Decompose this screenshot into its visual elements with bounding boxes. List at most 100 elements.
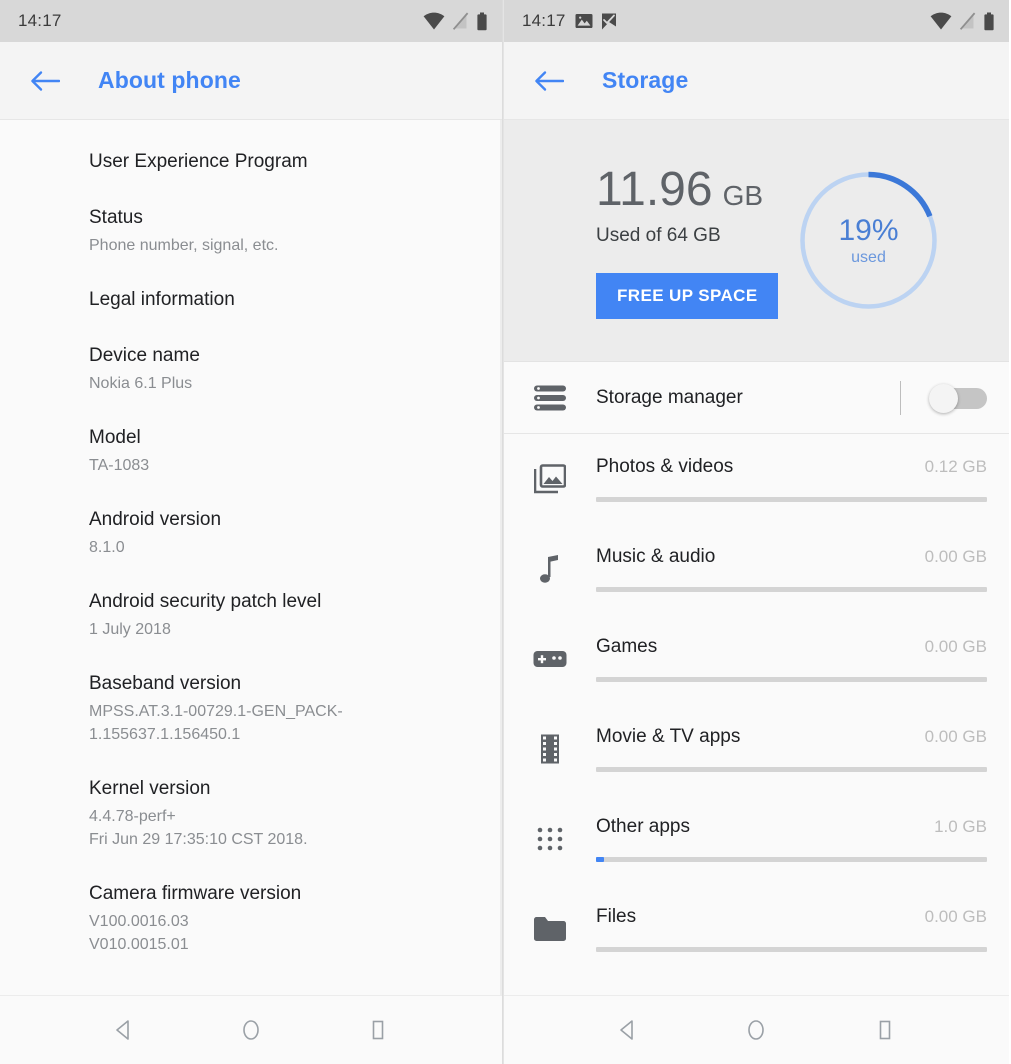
about-item-subtitle: Nokia 6.1 Plus (89, 375, 193, 392)
category-bar (596, 677, 987, 682)
arrow-back-icon (534, 69, 564, 93)
dual-phone-screenshot: 14:17 About phone User Experience Progra… (0, 0, 1011, 1064)
movie-tv-icon (504, 704, 596, 794)
system-icon (504, 974, 596, 995)
back-button-storage[interactable] (526, 58, 572, 104)
category-bar (596, 767, 987, 772)
category-name: Games (596, 636, 658, 657)
category-name: Photos & videos (596, 456, 734, 477)
category-size: 0.00 GB (924, 547, 987, 566)
about-item-baseband-version[interactable]: Baseband version MPSS.AT.3.1-00729.1-GEN… (0, 656, 502, 761)
storage-manager-label: Storage manager (596, 386, 743, 408)
games-icon (504, 614, 596, 704)
storage-used-value: 11.96 (596, 162, 713, 216)
about-item-subtitle: TA-1083 (89, 457, 150, 474)
category-body: Movie & TV apps 0.00 GB (596, 704, 987, 772)
category-name: Music & audio (596, 546, 716, 567)
storage-category-system[interactable]: System 11 GB (504, 974, 1009, 995)
category-body: System 11 GB (596, 974, 987, 995)
status-bar-left: 14:17 (0, 0, 502, 42)
category-body: Files 0.00 GB (596, 884, 987, 952)
battery-icon (476, 12, 488, 31)
nav-back-button[interactable] (96, 1002, 152, 1058)
storage-category-files[interactable]: Files 0.00 GB (504, 884, 1009, 974)
about-item-subtitle: 4.4.78-perf+ Fri Jun 29 17:35:10 CST 201… (89, 808, 308, 848)
about-item-title: User Experience Program (89, 151, 308, 172)
storage-manager-toggle[interactable] (929, 383, 987, 413)
storage-used-unit: GB (722, 179, 764, 211)
nav-home-button[interactable] (728, 1002, 784, 1058)
about-item-title: Android version (89, 509, 222, 530)
about-item-model[interactable]: Model TA-1083 (0, 410, 502, 492)
category-name: Files (596, 906, 637, 927)
about-item-subtitle: 8.1.0 (89, 539, 125, 556)
nav-recents-button[interactable] (350, 1002, 406, 1058)
nav-back-icon (112, 1018, 136, 1042)
category-body: Photos & videos 0.12 GB (596, 434, 987, 502)
about-item-legal-information[interactable]: Legal information (0, 272, 502, 328)
about-item-subtitle: V100.0016.03 V010.0015.01 (89, 913, 189, 953)
about-item-title: Kernel version (89, 778, 211, 799)
storage-category-other-apps[interactable]: Other apps 1.0 GB (504, 794, 1009, 884)
free-up-space-button[interactable]: FREE UP SPACE (596, 272, 778, 319)
storage-manager-divider (900, 380, 901, 415)
category-body: Other apps 1.0 GB (596, 794, 987, 862)
storage-summary-text: 11.96 GB Used of 64 GB FREE UP SPACE (596, 163, 796, 319)
nav-home-button[interactable] (223, 1002, 279, 1058)
check-flag-icon (600, 12, 618, 31)
category-name: Other apps (596, 816, 690, 837)
about-item-title: Model (89, 427, 141, 448)
status-bar-right: 14:17 (504, 0, 1009, 42)
category-bar (596, 587, 987, 592)
navigation-bar-right (504, 995, 1009, 1064)
arrow-back-icon (30, 69, 60, 93)
about-item-device-name[interactable]: Device name Nokia 6.1 Plus (0, 328, 502, 410)
page-title-storage: Storage (602, 67, 689, 93)
storage-category-music-audio[interactable]: Music & audio 0.00 GB (504, 524, 1009, 614)
nav-home-icon (744, 1018, 768, 1042)
nav-back-button[interactable] (600, 1002, 656, 1058)
about-item-title: Camera firmware version (89, 883, 302, 904)
category-bar (596, 857, 987, 862)
music-audio-icon (504, 524, 596, 614)
about-item-camera-firmware-version[interactable]: Camera firmware version V100.0016.03 V01… (0, 866, 502, 971)
category-size: 0.12 GB (924, 457, 987, 476)
storage-content[interactable]: 11.96 GB Used of 64 GB FREE UP SPACE 19%… (504, 120, 1009, 995)
about-item-android-version[interactable]: Android version 8.1.0 (0, 492, 502, 574)
wifi-icon (930, 12, 952, 30)
status-time: 14:17 (522, 11, 566, 30)
category-head: Music & audio 0.00 GB (596, 546, 987, 568)
category-head: Other apps 1.0 GB (596, 816, 987, 838)
category-head: Movie & TV apps 0.00 GB (596, 726, 987, 748)
about-item-kernel-version[interactable]: Kernel version 4.4.78-perf+ Fri Jun 29 1… (0, 761, 502, 866)
category-size: 0.00 GB (924, 907, 987, 926)
status-right-icons (930, 12, 995, 31)
nav-home-icon (239, 1018, 263, 1042)
storage-category-photos-videos[interactable]: Photos & videos 0.12 GB (504, 434, 1009, 524)
signal-off-icon (452, 12, 469, 30)
storage-manager-row[interactable]: Storage manager (504, 362, 1009, 434)
back-button-about[interactable] (22, 58, 68, 104)
storage-manager-icon (504, 384, 596, 412)
list-right-edge (500, 120, 502, 995)
app-bar-left: About phone (0, 42, 502, 120)
category-name: Movie & TV apps (596, 726, 741, 747)
about-item-android-security-patch-level[interactable]: Android security patch level 1 July 2018 (0, 574, 502, 656)
about-item-subtitle: Phone number, signal, etc. (89, 237, 279, 254)
about-item-subtitle: MPSS.AT.3.1-00729.1-GEN_PACK- 1.155637.1… (89, 703, 343, 743)
storage-category-games[interactable]: Games 0.00 GB (504, 614, 1009, 704)
about-item-user-experience-program[interactable]: User Experience Program (0, 134, 502, 190)
about-item-status[interactable]: Status Phone number, signal, etc. (0, 190, 502, 272)
category-size: 1.0 GB (934, 817, 987, 836)
storage-category-movie-tv-apps[interactable]: Movie & TV apps 0.00 GB (504, 704, 1009, 794)
phone-panel-storage: 14:17 Storage 11.96 GB Used of 64 GB FRE… (503, 0, 1009, 1064)
nav-back-icon (616, 1018, 640, 1042)
category-bar (596, 497, 987, 502)
about-phone-list[interactable]: User Experience Program Status Phone num… (0, 120, 502, 995)
nav-recents-button[interactable] (857, 1002, 913, 1058)
page-title-about: About phone (98, 67, 241, 93)
navigation-bar-left (0, 995, 502, 1064)
category-size: 0.00 GB (924, 637, 987, 656)
category-bar-fill (596, 857, 604, 862)
screenshot-image-icon (575, 12, 593, 30)
